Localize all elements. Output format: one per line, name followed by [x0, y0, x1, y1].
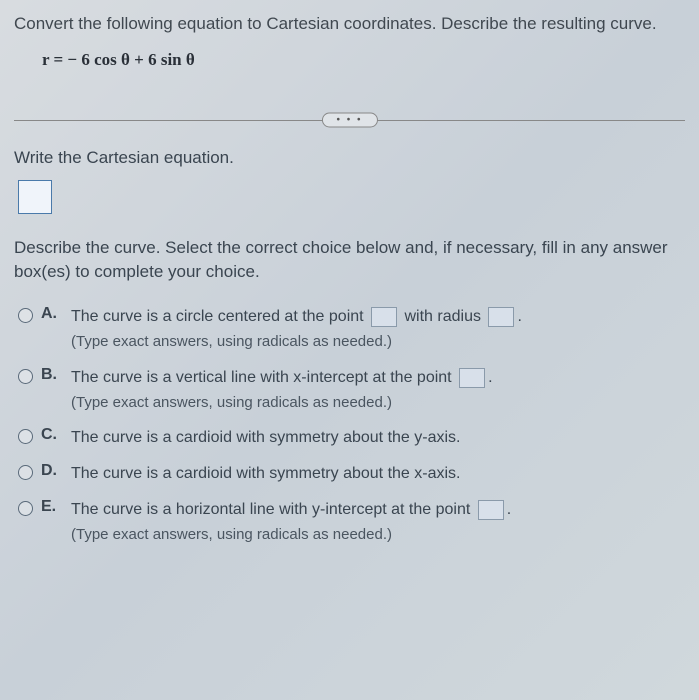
choice-content: The curve is a horizontal line with y-in… [71, 498, 681, 547]
choice-letter: E. [41, 498, 63, 516]
choice-text: . [507, 501, 511, 518]
equation: r = − 6 cos θ + 6 sin θ [42, 50, 685, 70]
choice-letter: D. [41, 462, 63, 480]
choice-c[interactable]: C. The curve is a cardioid with symmetry… [14, 420, 685, 456]
answer-box-a1[interactable] [371, 307, 397, 327]
answer-box-e1[interactable] [478, 500, 504, 520]
answer-box-b1[interactable] [459, 368, 485, 388]
answer-box-a2[interactable] [488, 307, 514, 327]
radio-c[interactable] [18, 429, 33, 444]
choice-letter: C. [41, 426, 63, 444]
choice-e[interactable]: E. The curve is a horizontal line with y… [14, 492, 685, 553]
choice-text: . [488, 369, 492, 386]
choice-content: The curve is a cardioid with symmetry ab… [71, 426, 681, 450]
choice-letter: B. [41, 366, 63, 384]
choice-letter: A. [41, 305, 63, 323]
choice-text: The curve is a cardioid with symmetry ab… [71, 429, 460, 446]
radio-a[interactable] [18, 308, 33, 323]
choice-a[interactable]: A. The curve is a circle centered at the… [14, 299, 685, 360]
choice-text: . [517, 308, 521, 325]
choice-text: The curve is a cardioid with symmetry ab… [71, 465, 460, 482]
choice-d[interactable]: D. The curve is a cardioid with symmetry… [14, 456, 685, 492]
choice-b[interactable]: B. The curve is a vertical line with x-i… [14, 360, 685, 421]
radio-e[interactable] [18, 501, 33, 516]
choice-text: The curve is a circle centered at the po… [71, 308, 364, 325]
choice-content: The curve is a cardioid with symmetry ab… [71, 462, 681, 486]
radio-b[interactable] [18, 369, 33, 384]
cartesian-answer-input[interactable] [18, 180, 52, 214]
section-label-cartesian: Write the Cartesian equation. [14, 148, 685, 168]
divider-section: • • • [14, 100, 685, 140]
question-prompt: Convert the following equation to Cartes… [14, 12, 685, 36]
hint: (Type exact answers, using radicals as n… [71, 524, 681, 547]
choice-instruction: Describe the curve. Select the correct c… [14, 236, 685, 284]
choice-text: The curve is a vertical line with x-inte… [71, 369, 452, 386]
choice-text: with radius [405, 308, 481, 325]
choice-content: The curve is a vertical line with x-inte… [71, 366, 681, 415]
hint: (Type exact answers, using radicals as n… [71, 392, 681, 415]
hint: (Type exact answers, using radicals as n… [71, 331, 681, 354]
radio-d[interactable] [18, 465, 33, 480]
choice-text: The curve is a horizontal line with y-in… [71, 501, 470, 518]
choice-content: The curve is a circle centered at the po… [71, 305, 681, 354]
expand-pill[interactable]: • • • [321, 112, 377, 127]
